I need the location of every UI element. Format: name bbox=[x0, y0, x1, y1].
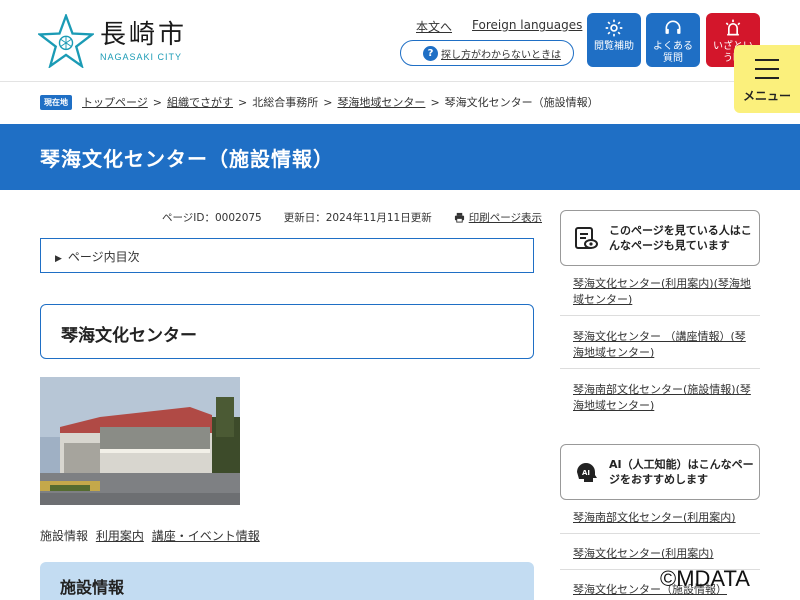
ai-link-2[interactable]: 琴海文化センター(利用案内) bbox=[573, 546, 753, 562]
breadcrumb-link-kinkai-center[interactable]: 琴海地域センター bbox=[337, 94, 425, 110]
breadcrumb-current: 琴海文化センター（施設情報） bbox=[444, 96, 599, 109]
gear-icon bbox=[605, 19, 623, 37]
page-id: ページID：0002075 bbox=[162, 212, 262, 224]
related-link-1[interactable]: 琴海文化センター(利用案内)(琴海地域センター) bbox=[573, 276, 753, 308]
usage-guide-link[interactable]: 利用案内 bbox=[96, 529, 144, 543]
faq-button[interactable]: よくある質問 bbox=[646, 13, 700, 67]
related-heading-text: このページを見ている人はこんなページも見ています bbox=[609, 224, 752, 252]
menu-label: メニュー bbox=[742, 89, 791, 103]
skip-to-content-link[interactable]: 本文へ bbox=[416, 18, 452, 35]
breadcrumb-separator: > bbox=[430, 95, 440, 109]
updated-date: 更新日：2024年11月11日更新 bbox=[283, 212, 432, 224]
facility-info-heading: 施設情報 bbox=[40, 562, 534, 600]
ai-head-icon: AI bbox=[577, 463, 597, 482]
current-location-badge: 現在地 bbox=[40, 94, 72, 110]
page-title-band: 琴海文化センター（施設情報） bbox=[0, 124, 800, 190]
related-link-3[interactable]: 琴海南部文化センター(施設情報)(琴海地域センター) bbox=[573, 382, 753, 414]
section-heading: 琴海文化センター bbox=[40, 304, 534, 359]
alert-light-icon bbox=[725, 19, 741, 36]
accessibility-button[interactable]: 閲覧補助 bbox=[587, 13, 641, 67]
ai-recommend-heading: AI AI（人工知能）はこんなページをおすすめします bbox=[560, 444, 760, 500]
printer-icon bbox=[454, 212, 464, 223]
breadcrumb: 現在地 トップページ > 組織でさがす > 北総合事務所 > 琴海地域センター … bbox=[40, 94, 599, 110]
breadcrumb-link-top[interactable]: トップページ bbox=[82, 94, 148, 110]
menu-button[interactable]: メニュー bbox=[734, 45, 800, 113]
toc-label: ページ内目次 bbox=[67, 250, 140, 264]
page-title: 琴海文化センター（施設情報） bbox=[40, 147, 334, 171]
breadcrumb-separator: > bbox=[238, 95, 248, 109]
breadcrumb-separator: > bbox=[152, 95, 162, 109]
site-logo[interactable]: 長崎市 NAGASAKI CITY bbox=[38, 14, 187, 68]
page-toc-toggle[interactable]: ▶ ページ内目次 bbox=[40, 238, 534, 273]
document-eye-icon bbox=[575, 227, 598, 249]
headset-icon bbox=[665, 20, 681, 34]
print-label[interactable]: 印刷ページ表示 bbox=[469, 210, 542, 225]
ai-icon-text: AI bbox=[582, 469, 590, 477]
find-help-label: 探し方がわからないときは bbox=[441, 49, 561, 61]
triangle-right-icon: ▶ bbox=[55, 254, 62, 264]
divider bbox=[560, 315, 760, 316]
breadcrumb-item-north-office: 北総合事務所 bbox=[252, 96, 319, 109]
print-link[interactable]: 印刷ページ表示 bbox=[454, 210, 542, 225]
accessibility-label: 閲覧補助 bbox=[594, 41, 634, 52]
faq-label: よくある質問 bbox=[653, 41, 693, 64]
hamburger-icon bbox=[755, 59, 779, 79]
ai-heading-text: AI（人工知能）はこんなページをおすすめします bbox=[609, 458, 754, 486]
find-help-button[interactable]: ? 探し方がわからないときは bbox=[400, 40, 574, 66]
courses-events-link[interactable]: 講座・イベント情報 bbox=[152, 529, 260, 543]
logo-english: NAGASAKI CITY bbox=[100, 52, 183, 62]
divider bbox=[560, 368, 760, 369]
related-pages-heading: このページを見ている人はこんなページも見ています bbox=[560, 210, 760, 266]
breadcrumb-link-organization[interactable]: 組織でさがす bbox=[167, 94, 233, 110]
breadcrumb-separator: > bbox=[323, 95, 333, 109]
related-link-2[interactable]: 琴海文化センター （講座情報）(琴海地域センター) bbox=[573, 329, 753, 361]
site-header: 長崎市 NAGASAKI CITY 本文へ Foreign languages … bbox=[0, 0, 800, 82]
question-icon: ? bbox=[423, 46, 438, 61]
watermark: ©MDATA bbox=[660, 566, 750, 591]
logo-name: 長崎市 bbox=[100, 20, 188, 50]
divider bbox=[560, 533, 760, 534]
star-logo-icon bbox=[38, 14, 94, 68]
facility-info-label: 施設情報 bbox=[40, 529, 89, 543]
facility-nav-links: 施設情報 利用案内 講座・イベント情報 bbox=[40, 527, 260, 544]
facility-photo bbox=[40, 377, 240, 505]
page-meta: ページID：0002075 更新日：2024年11月11日更新 印刷ページ表示 bbox=[162, 210, 542, 225]
foreign-languages-link[interactable]: Foreign languages bbox=[472, 18, 582, 35]
ai-link-1[interactable]: 琴海南部文化センター(利用案内) bbox=[573, 510, 753, 526]
